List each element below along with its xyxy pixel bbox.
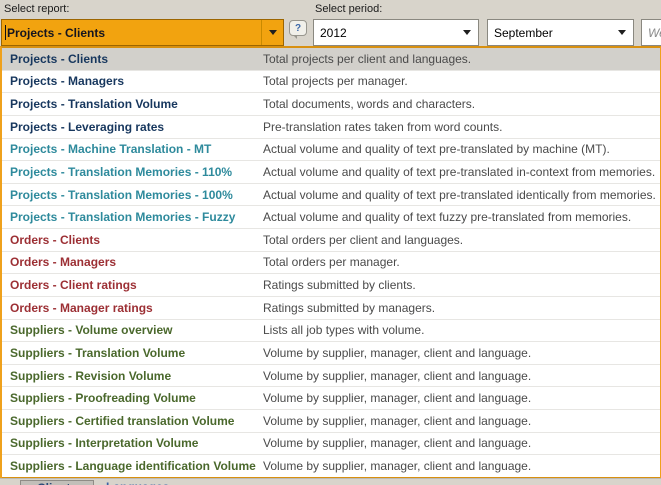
- report-list-item[interactable]: Orders - Client ratingsRatings submitted…: [2, 274, 660, 297]
- report-list-item[interactable]: Suppliers - Proofreading VolumeVolume by…: [2, 387, 660, 410]
- month-combobox-value[interactable]: September: [488, 20, 611, 45]
- report-list-item[interactable]: Projects - Translation Memories - 100%Ac…: [2, 184, 660, 207]
- report-list-item[interactable]: Projects - Translation VolumeTotal docum…: [2, 93, 660, 116]
- report-item-label: Projects - Clients: [2, 52, 263, 66]
- report-item-description: Total orders per client and languages.: [263, 233, 660, 247]
- week-combobox-value[interactable]: We: [642, 20, 661, 45]
- week-combobox[interactable]: We: [641, 19, 661, 46]
- report-list-item[interactable]: Projects - ManagersTotal projects per ma…: [2, 71, 660, 94]
- report-item-label: Suppliers - Interpretation Volume: [2, 436, 263, 450]
- report-list-item[interactable]: Projects - Machine Translation - MTActua…: [2, 139, 660, 162]
- year-dropdown-button[interactable]: [456, 20, 478, 45]
- report-item-description: Volume by supplier, manager, client and …: [263, 369, 660, 383]
- report-list-item[interactable]: Suppliers - Translation VolumeVolume by …: [2, 342, 660, 365]
- report-item-description: Pre-translation rates taken from word co…: [263, 120, 660, 134]
- chevron-down-icon: [463, 30, 471, 35]
- report-item-label: Suppliers - Proofreading Volume: [2, 391, 263, 405]
- report-item-label: Suppliers - Certified translation Volume: [2, 414, 263, 428]
- report-item-label: Projects - Leveraging rates: [2, 120, 263, 134]
- report-item-description: Total orders per manager.: [263, 255, 660, 269]
- chevron-down-icon: [618, 30, 626, 35]
- report-combobox-value[interactable]: Projects - Clients: [2, 20, 261, 45]
- report-item-label: Projects - Translation Memories - 110%: [2, 165, 263, 179]
- report-item-description: Volume by supplier, manager, client and …: [263, 436, 660, 450]
- report-list-item[interactable]: Suppliers - Revision VolumeVolume by sup…: [2, 365, 660, 388]
- report-item-description: Ratings submitted by clients.: [263, 278, 660, 292]
- report-item-label: Suppliers - Translation Volume: [2, 346, 263, 360]
- report-item-description: Actual volume and quality of text pre-tr…: [263, 188, 660, 202]
- help-icon[interactable]: ?: [289, 20, 307, 36]
- report-item-description: Total projects per manager.: [263, 74, 660, 88]
- report-list-item[interactable]: Suppliers - Certified translation Volume…: [2, 410, 660, 433]
- report-combobox[interactable]: Projects - Clients: [1, 19, 284, 46]
- report-list-item[interactable]: Orders - ClientsTotal orders per client …: [2, 229, 660, 252]
- report-item-label: Projects - Managers: [2, 74, 263, 88]
- report-item-label: Projects - Machine Translation - MT: [2, 142, 263, 156]
- report-item-description: Volume by supplier, manager, client and …: [263, 414, 660, 428]
- report-item-description: Total projects per client and languages.: [263, 52, 660, 66]
- report-list-item[interactable]: Suppliers - Volume overviewLists all job…: [2, 320, 660, 343]
- text-cursor: [5, 25, 6, 40]
- report-item-label: Projects - Translation Memories - 100%: [2, 188, 263, 202]
- report-item-description: Total documents, words and characters.: [263, 97, 660, 111]
- background-tab-languages[interactable]: Languages: [106, 480, 169, 485]
- report-item-label: Orders - Managers: [2, 255, 263, 269]
- report-dropdown-button[interactable]: [261, 20, 283, 45]
- select-report-label: Select report:: [4, 3, 69, 15]
- report-item-label: Suppliers - Revision Volume: [2, 369, 263, 383]
- report-item-description: Actual volume and quality of text pre-tr…: [263, 142, 660, 156]
- report-item-label: Suppliers - Language identification Volu…: [2, 459, 263, 473]
- report-item-description: Volume by supplier, manager, client and …: [263, 459, 660, 473]
- year-combobox[interactable]: 2012: [313, 19, 479, 46]
- report-list-item[interactable]: Projects - ClientsTotal projects per cli…: [2, 48, 660, 71]
- report-picker-window: Select report: Select period: Projects -…: [0, 0, 661, 485]
- report-item-label: Projects - Translation Memories - Fuzzy: [2, 210, 263, 224]
- report-item-label: Orders - Client ratings: [2, 278, 263, 292]
- report-list-item[interactable]: Projects - Translation Memories - 110%Ac…: [2, 161, 660, 184]
- year-combobox-value[interactable]: 2012: [314, 20, 456, 45]
- report-item-description: Lists all job types with volume.: [263, 323, 660, 337]
- report-item-description: Volume by supplier, manager, client and …: [263, 391, 660, 405]
- report-item-label: Suppliers - Volume overview: [2, 323, 263, 337]
- report-list-item[interactable]: Orders - Manager ratingsRatings submitte…: [2, 297, 660, 320]
- report-list-item[interactable]: Suppliers - Interpretation VolumeVolume …: [2, 433, 660, 456]
- month-combobox[interactable]: September: [487, 19, 634, 46]
- report-list-item[interactable]: Suppliers - Language identification Volu…: [2, 455, 660, 478]
- background-window-strip: Clients Languages: [0, 478, 661, 485]
- report-item-label: Orders - Manager ratings: [2, 301, 263, 315]
- month-dropdown-button[interactable]: [611, 20, 633, 45]
- report-dropdown-list: Projects - ClientsTotal projects per cli…: [0, 46, 661, 478]
- report-list-item[interactable]: Orders - ManagersTotal orders per manage…: [2, 252, 660, 275]
- select-period-label: Select period:: [315, 3, 382, 15]
- chevron-down-icon: [269, 30, 277, 35]
- report-list-item[interactable]: Projects - Leveraging ratesPre-translati…: [2, 116, 660, 139]
- report-item-description: Actual volume and quality of text pre-tr…: [263, 165, 660, 179]
- report-item-label: Projects - Translation Volume: [2, 97, 263, 111]
- report-item-description: Volume by supplier, manager, client and …: [263, 346, 660, 360]
- report-list-item[interactable]: Projects - Translation Memories - FuzzyA…: [2, 206, 660, 229]
- report-item-label: Orders - Clients: [2, 233, 263, 247]
- background-tab-clients[interactable]: Clients: [20, 480, 94, 485]
- report-item-description: Actual volume and quality of text fuzzy …: [263, 210, 660, 224]
- report-item-description: Ratings submitted by managers.: [263, 301, 660, 315]
